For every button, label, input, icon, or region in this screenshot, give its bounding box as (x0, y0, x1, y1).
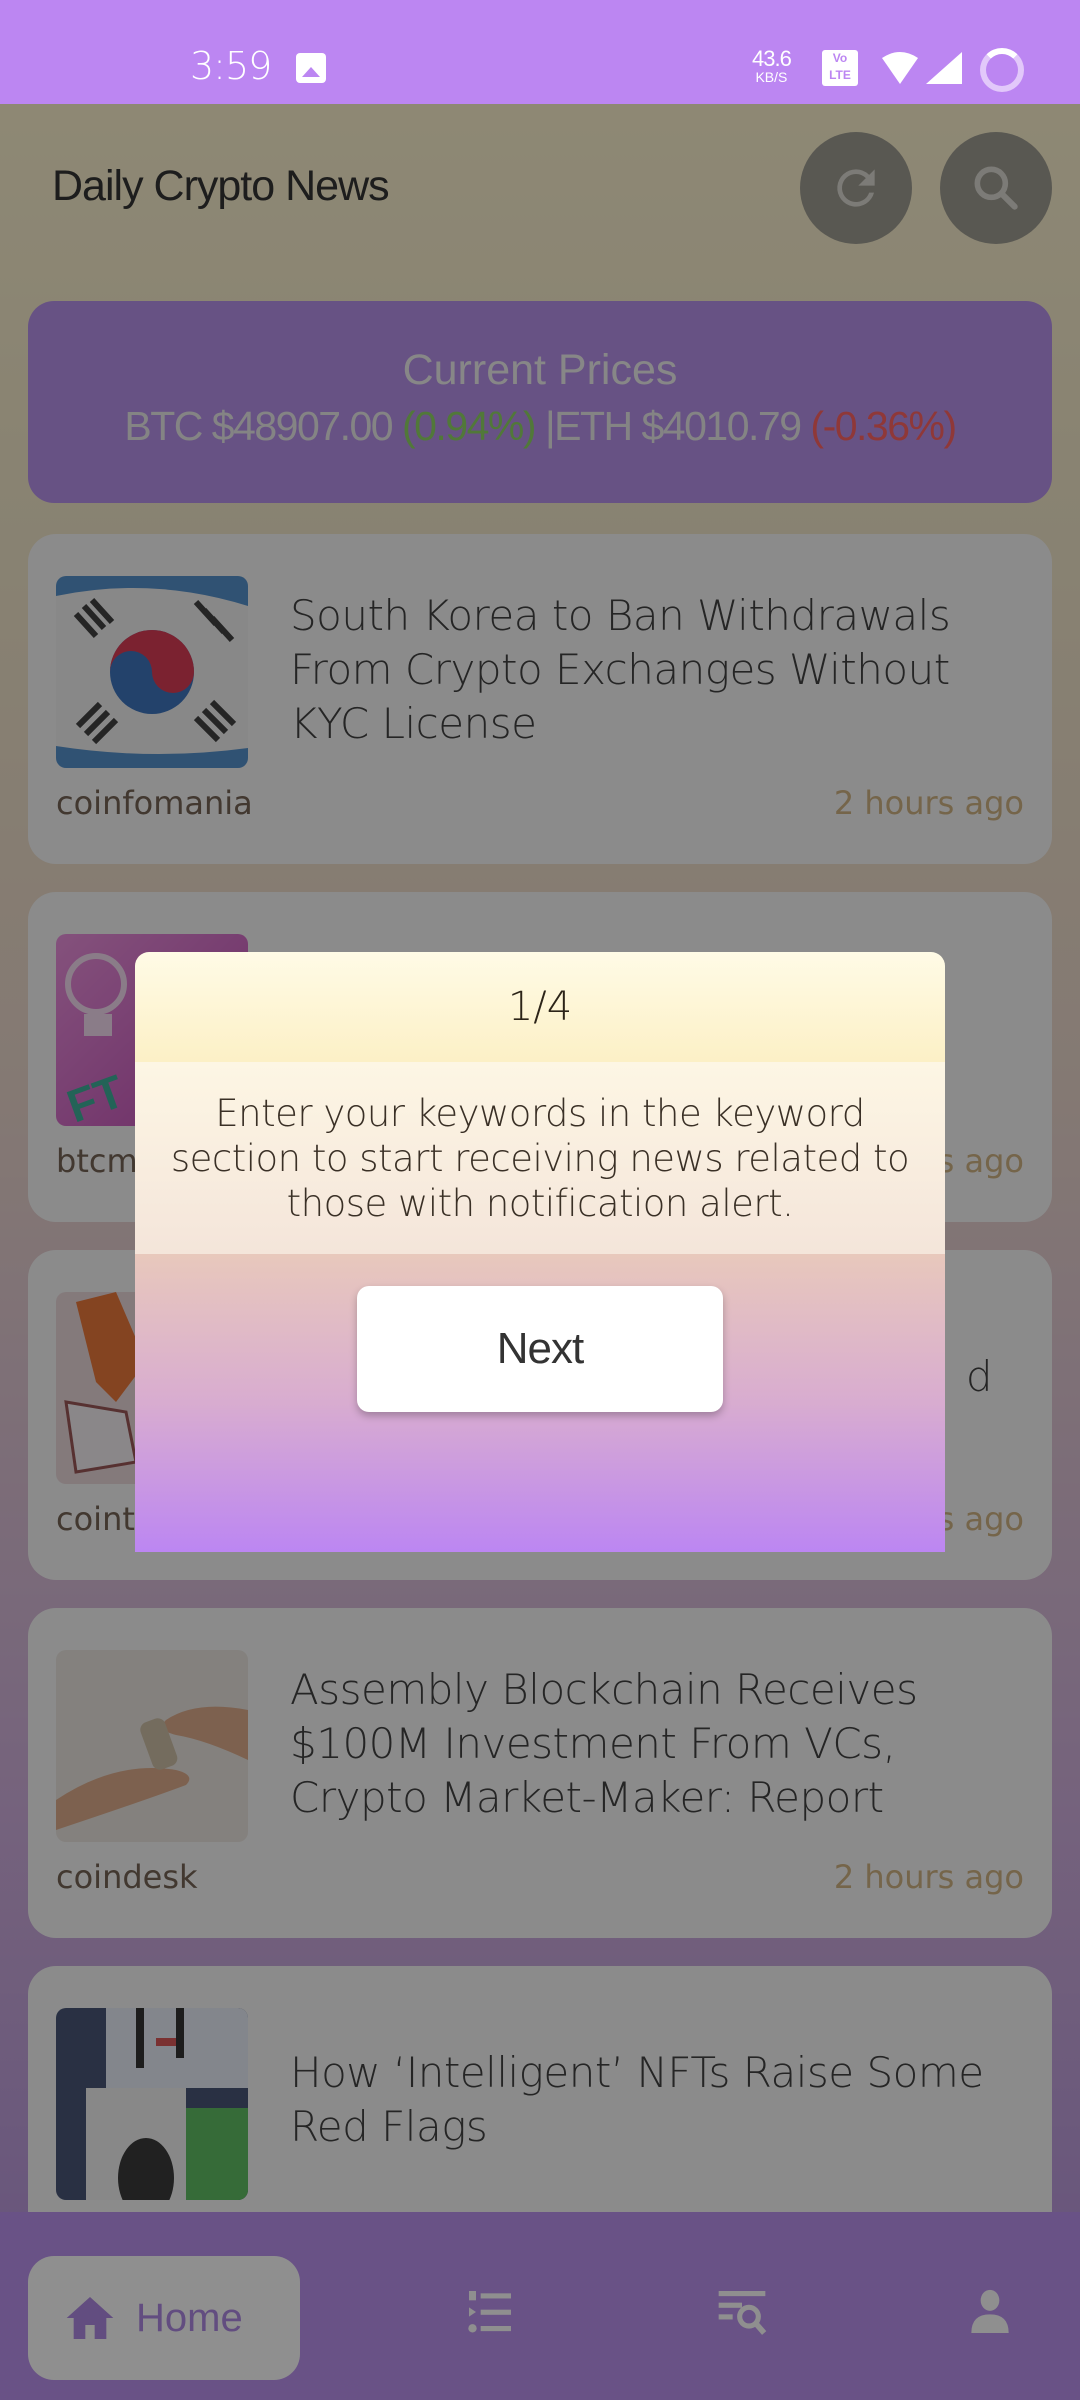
dialog-body: Enter your keywords in the keyword secti… (135, 1062, 945, 1254)
signal-icon (926, 52, 962, 84)
wifi-icon (882, 52, 918, 84)
volte-icon: Vo LTE (822, 50, 858, 86)
network-speed: 43.6 KB/S (752, 46, 792, 85)
status-bar: 3:59 43.6 KB/S Vo LTE (0, 0, 1080, 104)
gallery-notification-icon (296, 53, 326, 83)
network-speed-value: 43.6 (752, 46, 792, 71)
onboarding-dialog: 1/4 Enter your keywords in the keyword s… (135, 952, 945, 1552)
status-time: 3:59 (190, 44, 272, 88)
next-button[interactable]: Next (357, 1286, 723, 1412)
dialog-header: 1/4 (135, 952, 945, 1062)
dialog-step-indicator: 1/4 (507, 984, 573, 1030)
battery-icon (980, 48, 1024, 92)
network-speed-unit: KB/S (755, 69, 788, 85)
dialog-message: Enter your keywords in the keyword secti… (170, 1091, 910, 1225)
dialog-footer: Next (135, 1254, 945, 1552)
